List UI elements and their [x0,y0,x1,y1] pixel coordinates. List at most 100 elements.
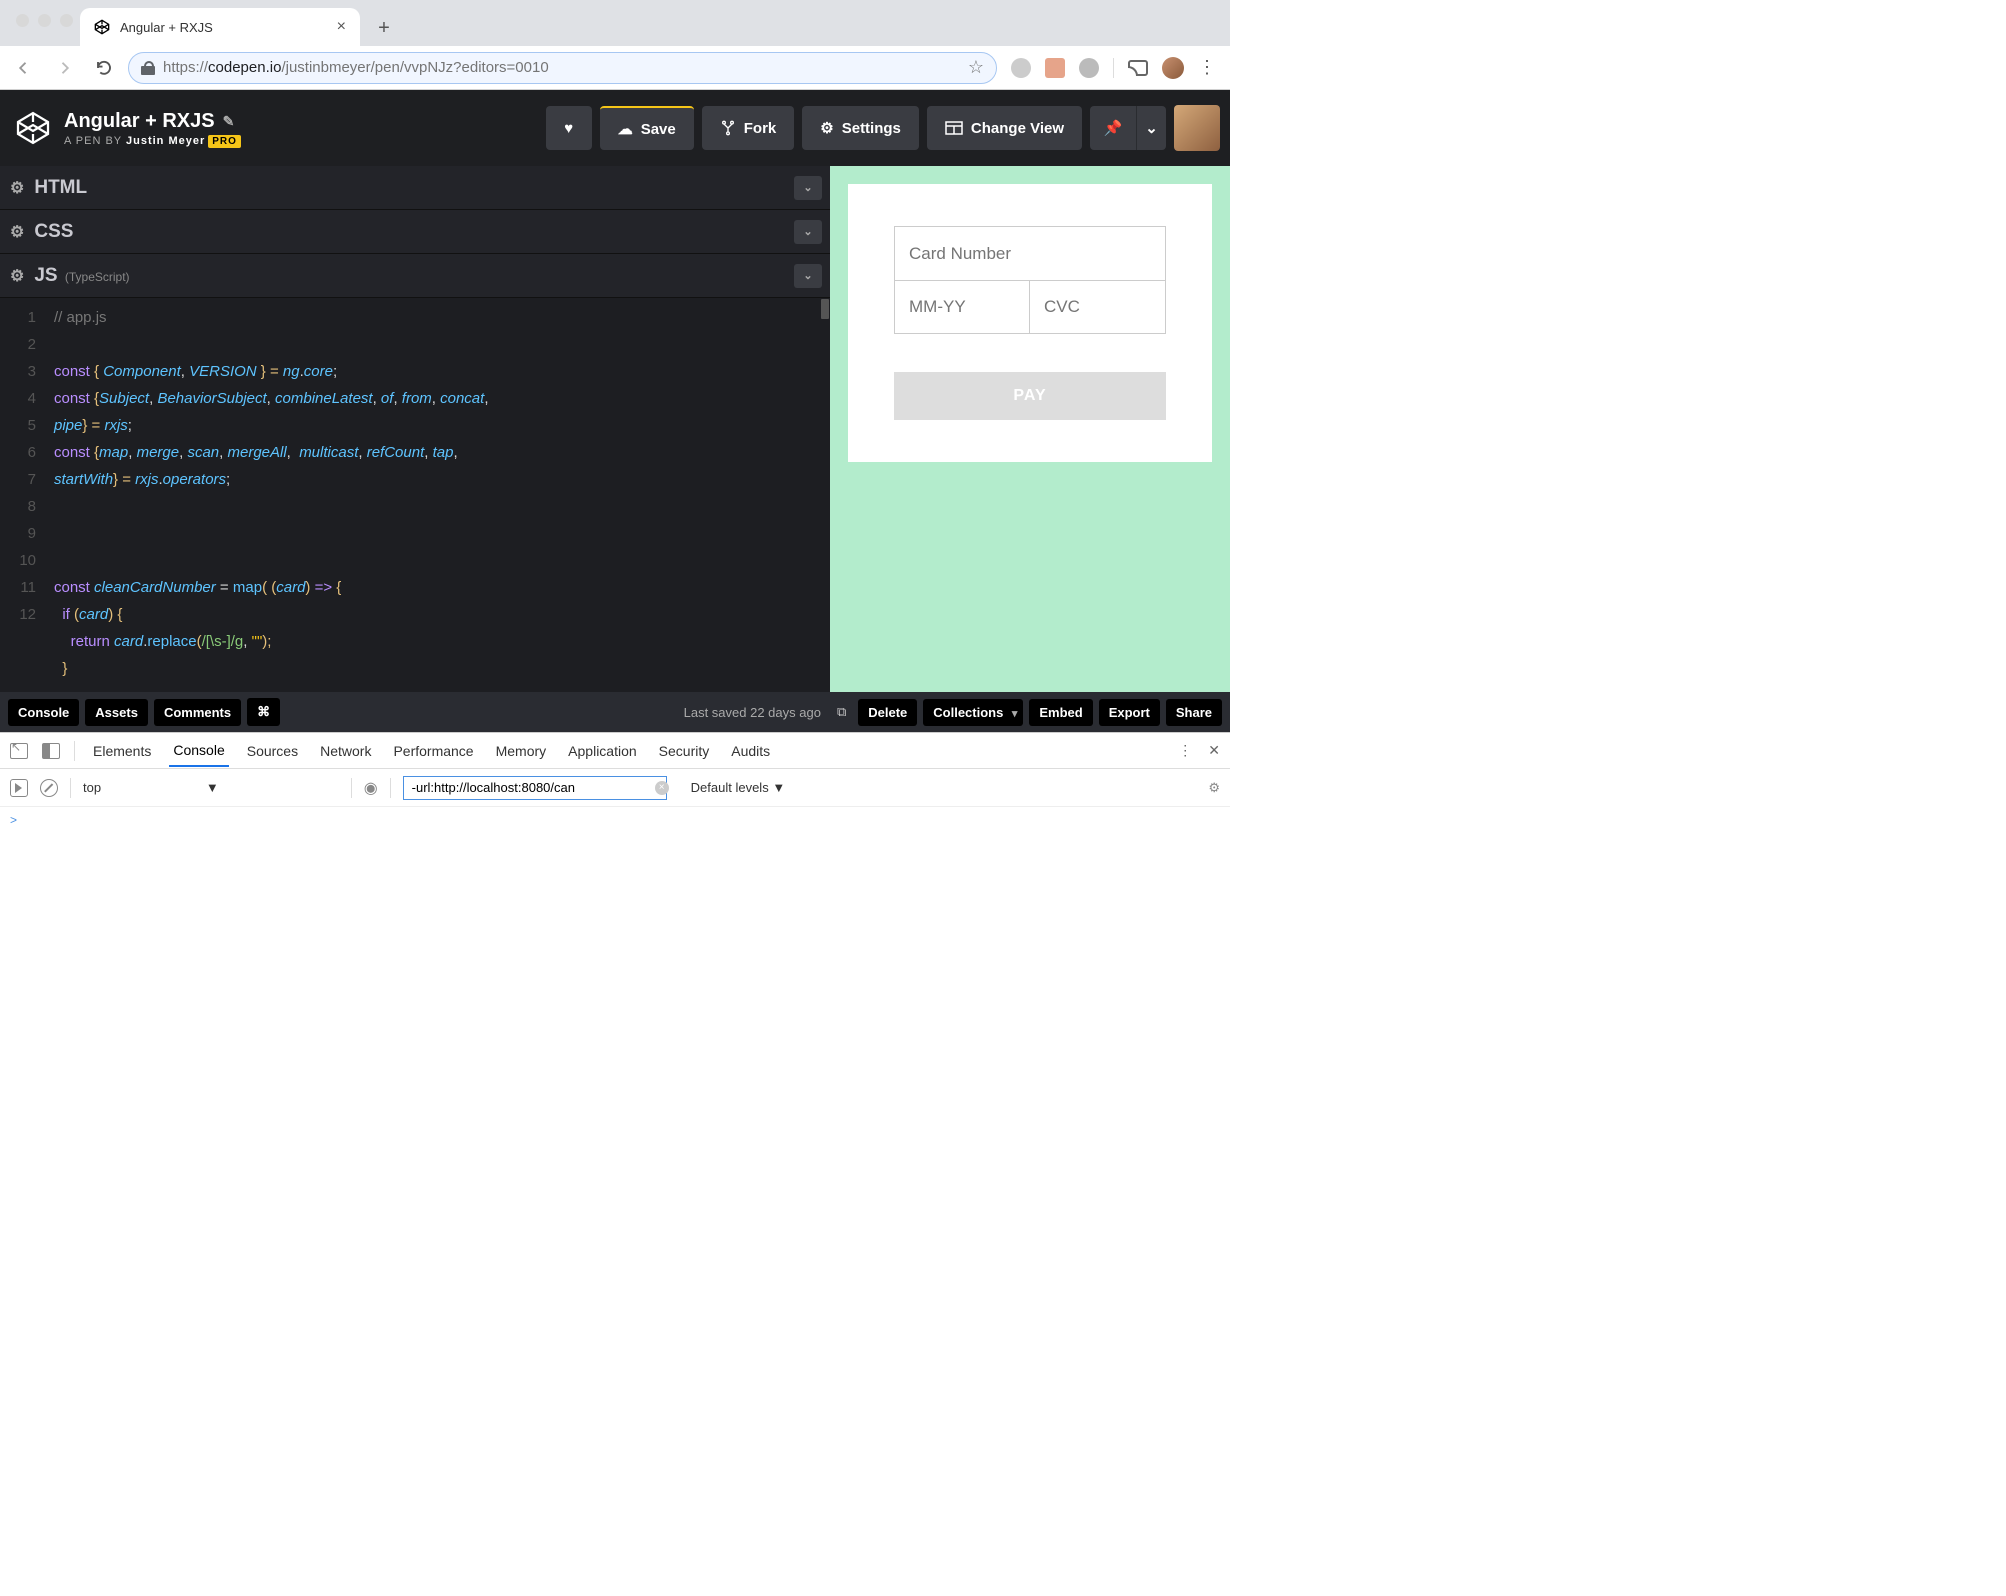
edit-title-icon[interactable]: ✎ [223,113,235,130]
last-saved-text: Last saved 22 days ago [684,705,821,720]
extension-icon[interactable] [1045,58,1065,78]
extension-icon[interactable] [1079,58,1099,78]
card-number-input[interactable] [894,226,1166,280]
css-panel-header[interactable]: ⚙ CSS ⌄ [0,210,830,254]
panel-collapse-icon[interactable]: ⌄ [794,264,822,288]
context-selector[interactable]: top ▼ [83,780,339,795]
gear-icon[interactable]: ⚙ [10,178,24,198]
live-expression-icon[interactable]: ◉ [364,778,378,798]
tab-title: Angular + RXJS [120,20,327,35]
shortcuts-button[interactable]: ⌘ [247,698,280,726]
tab-close-icon[interactable]: × [337,18,346,36]
share-button[interactable]: Share [1166,699,1222,726]
delete-button[interactable]: Delete [858,699,917,726]
pin-icon: 📌 [1104,119,1123,137]
separator [1113,58,1114,78]
tab-sources[interactable]: Sources [243,736,302,766]
device-toolbar-icon[interactable] [42,743,60,759]
pin-button-group: 📌 ⌄ [1090,106,1166,150]
devtools-tabs: Elements Console Sources Network Perform… [0,733,1230,769]
code-content[interactable]: // app.js const { Component, VERSION } =… [44,298,830,692]
love-button[interactable]: ♥ [546,106,592,150]
forward-button[interactable] [48,52,80,84]
traffic-minimize[interactable] [38,14,51,27]
window-controls [16,14,73,27]
popout-icon[interactable]: ⧉ [831,704,852,720]
assets-tab[interactable]: Assets [85,699,148,726]
panel-title: HTML [34,177,87,199]
tab-elements[interactable]: Elements [89,736,155,766]
bookmark-icon[interactable]: ☆ [968,57,984,78]
fork-icon [720,120,736,136]
clear-filter-icon[interactable]: × [655,781,669,795]
address-bar[interactable]: https://codepen.io/justinbmeyer/pen/vvpN… [128,52,997,84]
close-devtools-icon[interactable]: ✕ [1208,742,1220,759]
separator [70,778,71,798]
console-prompt: > [10,813,17,827]
save-button[interactable]: ☁Save [600,106,694,150]
tab-console[interactable]: Console [169,735,228,767]
console-output[interactable]: > [0,807,1230,978]
tab-network[interactable]: Network [316,736,375,766]
tab-memory[interactable]: Memory [492,736,551,766]
codepen-logo[interactable] [10,105,56,151]
pay-button[interactable]: PAY [894,372,1166,420]
user-avatar[interactable] [1174,105,1220,151]
gear-icon: ⚙ [820,119,833,137]
tab-application[interactable]: Application [564,736,641,766]
gear-icon[interactable]: ⚙ [10,266,24,286]
js-panel-header[interactable]: ⚙ JS (TypeScript) ⌄ [0,254,830,298]
panel-expand-icon[interactable]: ⌄ [794,220,822,244]
comments-tab[interactable]: Comments [154,699,241,726]
settings-button[interactable]: ⚙Settings [802,106,919,150]
back-button[interactable] [8,52,40,84]
pen-title: Angular + RXJS✎ [64,110,538,133]
separator [351,778,352,798]
js-editor[interactable]: 123456789101112 // app.js const { Compon… [0,298,830,692]
separator [74,741,75,761]
codepen-footer: Console Assets Comments ⌘ Last saved 22 … [0,692,1230,732]
console-tab[interactable]: Console [8,699,79,726]
chevron-down-icon: ⌄ [1145,119,1158,137]
extension-icon[interactable] [1011,58,1031,78]
reload-button[interactable] [88,52,120,84]
panel-expand-icon[interactable]: ⌄ [794,176,822,200]
tab-audits[interactable]: Audits [727,736,774,766]
menu-icon[interactable]: ⋮ [1198,57,1216,78]
embed-button[interactable]: Embed [1029,699,1092,726]
cloud-icon: ☁ [618,120,633,138]
profile-avatar[interactable] [1162,57,1184,79]
inspect-icon[interactable] [10,743,28,759]
browser-toolbar: https://codepen.io/justinbmeyer/pen/vvpN… [0,46,1230,90]
cvc-input[interactable] [1030,280,1166,334]
collections-button[interactable]: Collections [923,699,1023,726]
console-filter-input[interactable] [403,776,667,800]
tab-performance[interactable]: Performance [389,736,477,766]
gear-icon[interactable]: ⚙ [10,222,24,242]
devtools: Elements Console Sources Network Perform… [0,732,1230,978]
html-panel-header[interactable]: ⚙ HTML ⌄ [0,166,830,210]
change-view-button[interactable]: Change View [927,106,1082,150]
kebab-icon[interactable]: ⋮ [1178,742,1192,759]
export-button[interactable]: Export [1099,699,1160,726]
pin-dropdown[interactable]: ⌄ [1136,106,1166,150]
lock-icon [141,61,155,75]
execution-context-icon[interactable] [10,779,28,797]
clear-console-icon[interactable] [40,779,58,797]
log-levels-selector[interactable]: Default levels ▼ [691,780,786,795]
expiry-input[interactable] [894,280,1030,334]
scrollbar-thumb[interactable] [821,299,829,319]
pin-button[interactable]: 📌 [1090,106,1136,150]
url-text: https://codepen.io/justinbmeyer/pen/vvpN… [163,59,960,76]
traffic-close[interactable] [16,14,29,27]
fork-button[interactable]: Fork [702,106,795,150]
new-tab-button[interactable]: + [370,14,398,42]
browser-tab[interactable]: Angular + RXJS × [80,8,360,46]
traffic-fullscreen[interactable] [60,14,73,27]
tab-security[interactable]: Security [655,736,714,766]
console-settings-icon[interactable]: ⚙ [1208,780,1220,796]
extension-icons: ⋮ [1005,57,1222,79]
heart-icon: ♥ [564,120,573,137]
cast-icon[interactable] [1128,60,1148,76]
browser-tabbar: Angular + RXJS × + [0,0,1230,46]
